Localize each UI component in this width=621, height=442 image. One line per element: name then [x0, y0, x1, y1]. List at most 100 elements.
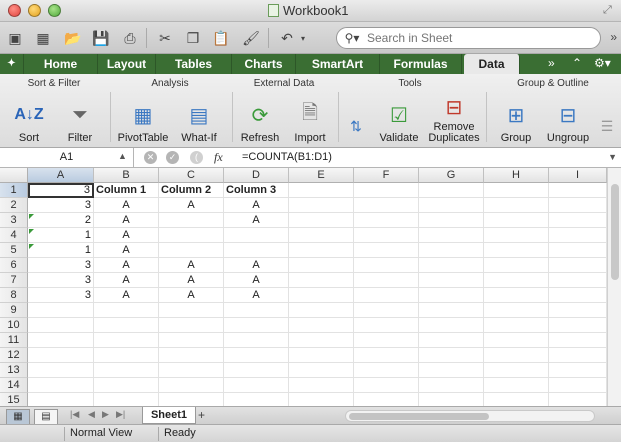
cell-a3[interactable]: 2 [28, 213, 94, 228]
cell-a15[interactable] [28, 393, 94, 406]
column-header-f[interactable]: F [354, 168, 419, 183]
copy-icon[interactable]: ❐ [182, 27, 204, 49]
tab-smartart[interactable]: SmartArt [296, 54, 380, 74]
column-header-b[interactable]: B [94, 168, 159, 183]
row-header-6[interactable]: 6 [0, 258, 28, 273]
cell-a14[interactable] [28, 378, 94, 393]
horizontal-scroll-thumb[interactable] [349, 413, 489, 420]
cell-i13[interactable] [549, 363, 607, 378]
cell-h14[interactable] [484, 378, 549, 393]
cell-h4[interactable] [484, 228, 549, 243]
cell-c5[interactable] [159, 243, 224, 258]
last-sheet-icon[interactable]: ▶| [116, 409, 125, 420]
cell-h10[interactable] [484, 318, 549, 333]
vertical-scrollbar[interactable] [607, 168, 621, 406]
next-sheet-icon[interactable]: ▶ [102, 409, 109, 420]
cell-f6[interactable] [354, 258, 419, 273]
cell-g9[interactable] [419, 303, 484, 318]
cell-i3[interactable] [549, 213, 607, 228]
row-header-1[interactable]: 1 [0, 183, 28, 198]
cell-e11[interactable] [289, 333, 354, 348]
cell-b13[interactable] [94, 363, 159, 378]
cell-i7[interactable] [549, 273, 607, 288]
cell-g10[interactable] [419, 318, 484, 333]
cell-g13[interactable] [419, 363, 484, 378]
minimize-window-button[interactable] [28, 4, 41, 17]
page-layout-view-icon[interactable]: ▤ [34, 409, 58, 425]
cell-f1[interactable] [354, 183, 419, 198]
row-header-3[interactable]: 3 [0, 213, 28, 228]
cancel-formula-icon[interactable]: ✕ [144, 151, 157, 164]
cell-c4[interactable] [159, 228, 224, 243]
cell-b11[interactable] [94, 333, 159, 348]
row-header-9[interactable]: 9 [0, 303, 28, 318]
cell-a5[interactable]: 1 [28, 243, 94, 258]
cell-d14[interactable] [224, 378, 289, 393]
cell-i5[interactable] [549, 243, 607, 258]
column-header-g[interactable]: G [419, 168, 484, 183]
sheet-tab-sheet1[interactable]: Sheet1 [142, 407, 196, 424]
cell-c13[interactable] [159, 363, 224, 378]
cell-e10[interactable] [289, 318, 354, 333]
cell-g4[interactable] [419, 228, 484, 243]
tab-layout[interactable]: Layout [98, 54, 156, 74]
cell-e15[interactable] [289, 393, 354, 406]
fullscreen-icon[interactable]: ⤢ [603, 4, 615, 16]
show-detail-button[interactable]: ☰ [596, 92, 618, 144]
prev-sheet-icon[interactable]: ◀ [88, 409, 95, 420]
cell-f11[interactable] [354, 333, 419, 348]
cell-e12[interactable] [289, 348, 354, 363]
pivottable-button[interactable]: ▦ PivotTable [114, 92, 172, 144]
cell-e4[interactable] [289, 228, 354, 243]
tab-data[interactable]: Data [464, 54, 520, 74]
row-header-7[interactable]: 7 [0, 273, 28, 288]
cell-c2[interactable]: A [159, 198, 224, 213]
row-header-15[interactable]: 15 [0, 393, 28, 406]
column-header-d[interactable]: D [224, 168, 289, 183]
zoom-window-button[interactable] [48, 4, 61, 17]
cell-b1[interactable]: Column 1 [94, 183, 159, 198]
cell-c1[interactable]: Column 2 [159, 183, 224, 198]
cell-a10[interactable] [28, 318, 94, 333]
column-header-i[interactable]: I [549, 168, 607, 183]
cell-i14[interactable] [549, 378, 607, 393]
refresh-button[interactable]: ⟳ Refresh [236, 92, 284, 144]
what-if-button[interactable]: ▤ What-If [174, 92, 224, 144]
cell-a6[interactable]: 3 [28, 258, 94, 273]
cell-g1[interactable] [419, 183, 484, 198]
filter-button[interactable]: ⏷ Filter [56, 92, 104, 144]
cell-f12[interactable] [354, 348, 419, 363]
cell-c11[interactable] [159, 333, 224, 348]
spreadsheet-grid[interactable]: ABCDEFGHI 1 3 Column 1 Column 2 Column 323AA… [0, 168, 621, 406]
ungroup-button[interactable]: ⊟ Ungroup [542, 92, 594, 144]
cell-a1[interactable]: 3 [28, 183, 94, 198]
column-header-a[interactable]: A [28, 168, 94, 183]
cell-i8[interactable] [549, 288, 607, 303]
cell-f2[interactable] [354, 198, 419, 213]
cell-i10[interactable] [549, 318, 607, 333]
cell-c14[interactable] [159, 378, 224, 393]
select-all-corner[interactable] [0, 168, 28, 183]
cell-a7[interactable]: 3 [28, 273, 94, 288]
cell-g11[interactable] [419, 333, 484, 348]
cell-g8[interactable] [419, 288, 484, 303]
cell-d6[interactable]: A [224, 258, 289, 273]
cell-d1[interactable]: Column 3 [224, 183, 289, 198]
paste-icon[interactable]: 📋 [210, 27, 232, 49]
undo-icon[interactable]: ↶ [276, 27, 298, 49]
cell-f13[interactable] [354, 363, 419, 378]
cell-i2[interactable] [549, 198, 607, 213]
fx-icon[interactable]: fx [214, 150, 223, 165]
horizontal-scrollbar[interactable] [345, 410, 595, 422]
search-input[interactable] [367, 31, 587, 45]
validate-button[interactable]: ☑ Validate [374, 92, 424, 144]
cell-h6[interactable] [484, 258, 549, 273]
cell-d7[interactable]: A [224, 273, 289, 288]
cell-h11[interactable] [484, 333, 549, 348]
cell-e9[interactable] [289, 303, 354, 318]
tab-home[interactable]: Home [24, 54, 98, 74]
cell-c15[interactable] [159, 393, 224, 406]
cell-a4[interactable]: 1 [28, 228, 94, 243]
cell-f14[interactable] [354, 378, 419, 393]
cell-c8[interactable]: A [159, 288, 224, 303]
